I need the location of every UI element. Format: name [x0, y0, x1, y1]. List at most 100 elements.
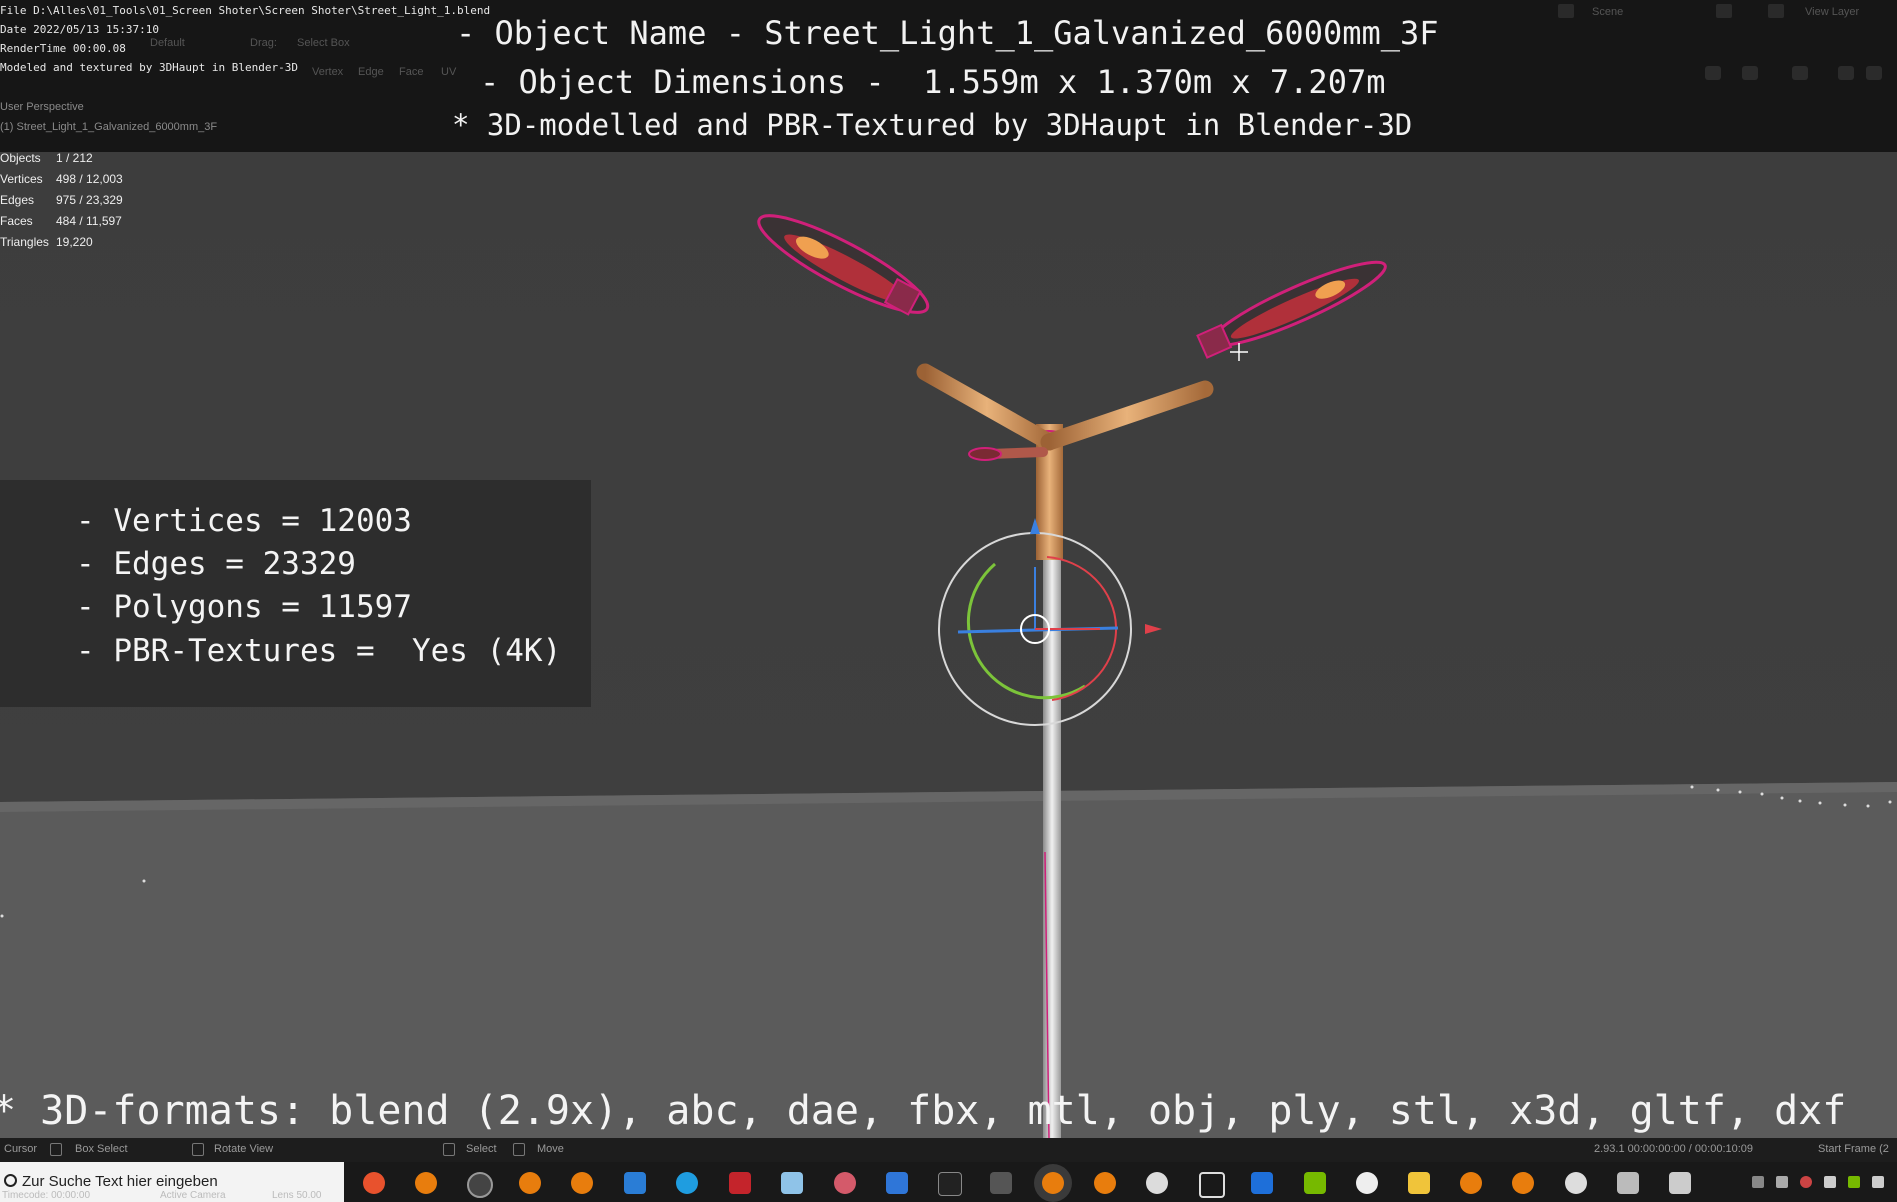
stat-row-vertices: Vertices 498 / 12,003: [0, 169, 123, 190]
edge-icon[interactable]: [676, 1172, 698, 1194]
blender-icon[interactable]: [1042, 1172, 1064, 1194]
stat-label: Objects: [0, 151, 41, 165]
xray-icon[interactable]: [1838, 66, 1854, 80]
taskbar-search[interactable]: Zur Suche Text hier eingeben Timecode: 0…: [0, 1162, 344, 1202]
status-box-select: Box Select: [75, 1143, 128, 1155]
calendar-icon[interactable]: [1251, 1172, 1273, 1194]
nvidia-icon[interactable]: [1304, 1172, 1326, 1194]
perspective-info: User Perspective (1) Street_Light_1_Galv…: [0, 97, 217, 137]
app-icon[interactable]: [729, 1172, 751, 1194]
vertices-info: - Vertices = 12003: [76, 503, 412, 539]
date-line: Date 2022/05/13 15:37:10: [0, 23, 159, 36]
network-icon[interactable]: [1776, 1176, 1788, 1188]
app-icon[interactable]: [886, 1172, 908, 1194]
edges-info: - Edges = 23329: [76, 546, 356, 582]
blender-icon[interactable]: [519, 1172, 541, 1194]
face-button[interactable]: Face: [399, 66, 423, 78]
blender-icon[interactable]: [1460, 1172, 1482, 1194]
new-scene-icon[interactable]: [1716, 4, 1732, 18]
tray-app-icon[interactable]: [1800, 1176, 1812, 1188]
stat-label: Edges: [0, 193, 35, 207]
windows-taskbar: Zur Suche Text hier eingeben Timecode: 0…: [0, 1162, 1897, 1202]
app-icon[interactable]: [1356, 1172, 1378, 1194]
status-select: Select: [466, 1143, 497, 1155]
mouse-left-icon: [50, 1143, 62, 1156]
right-arm: [1040, 380, 1214, 451]
mail-icon[interactable]: [624, 1172, 646, 1194]
3d-cursor: [1230, 343, 1248, 361]
left-arm: [916, 363, 1058, 451]
edge-button[interactable]: Edge: [358, 66, 384, 78]
battery-icon[interactable]: [1824, 1176, 1836, 1188]
status-move: Move: [537, 1143, 564, 1155]
mode-dropdown[interactable]: Default: [150, 37, 185, 49]
overlay-icon[interactable]: [1792, 66, 1808, 80]
steel-pole: [1043, 556, 1061, 1138]
shading-icon[interactable]: [1866, 66, 1882, 80]
scene-selector[interactable]: Scene: [1592, 6, 1623, 18]
ghost-camera: Active Camera: [160, 1190, 226, 1201]
blender-icon[interactable]: [1512, 1172, 1534, 1194]
polygons-info: - Polygons = 11597: [76, 589, 412, 625]
stat-value: 498 / 12,003: [56, 172, 123, 186]
scene-icon[interactable]: [1558, 4, 1574, 18]
floor-plane: [0, 782, 1897, 1138]
cube-icon[interactable]: [1199, 1172, 1225, 1198]
formats-caption: * 3D-formats: blend (2.9x), abc, dae, fb…: [0, 1088, 1847, 1134]
folder-icon[interactable]: [1408, 1172, 1430, 1194]
nvidia-tray-icon[interactable]: [1848, 1176, 1860, 1188]
mesh-info-box: - Vertices = 12003 - Edges = 23329 - Pol…: [0, 480, 591, 707]
status-cursor: Cursor: [4, 1143, 38, 1155]
status-bar: Cursor Box Select Rotate View Select Mov…: [0, 1138, 1897, 1162]
firefox-icon[interactable]: [363, 1172, 385, 1194]
active-object-label: (1) Street_Light_1_Galvanized_6000mm_3F: [0, 121, 218, 133]
right-lamp-head: [1196, 260, 1387, 359]
gizmo-toggle-icon[interactable]: [1742, 66, 1758, 80]
view-layer-selector[interactable]: View Layer: [1805, 6, 1859, 18]
uv-button[interactable]: UV: [441, 66, 456, 78]
start-frame: Start Frame (2: [1818, 1143, 1889, 1155]
stat-label: Faces: [0, 214, 33, 228]
chevron-up-icon[interactable]: [1752, 1176, 1764, 1188]
terminal-icon[interactable]: [938, 1172, 962, 1196]
mouse-move-icon: [513, 1143, 525, 1156]
mouse-right-icon: [443, 1143, 455, 1156]
stat-label: Triangles: [0, 235, 49, 249]
search-placeholder[interactable]: Zur Suche Text hier eingeben: [22, 1173, 218, 1190]
stat-row-objects: Objects 1 / 212: [0, 148, 123, 169]
visibility-icon[interactable]: [1705, 66, 1721, 80]
panda-icon[interactable]: [1146, 1172, 1168, 1194]
render-time: RenderTime 00:00.08: [0, 42, 126, 55]
scene-statistics: Objects 1 / 212 Vertices 498 / 12,003 Ed…: [0, 148, 123, 253]
credit-title: * 3D-modelled and PBR-Textured by 3DHaup…: [452, 108, 1413, 142]
ghost-lens: Lens 50.00: [272, 1190, 322, 1201]
stat-value: 1 / 212: [56, 151, 93, 165]
app-icon[interactable]: [781, 1172, 803, 1194]
app-icon[interactable]: [1617, 1172, 1639, 1194]
view-layer-icon[interactable]: [1768, 4, 1784, 18]
version-timecode: 2.93.1 00:00:00:00 / 00:00:10:09: [1594, 1143, 1754, 1155]
search-icon: [4, 1174, 17, 1187]
stat-label: Vertices: [0, 172, 43, 186]
left-lamp-head: [757, 214, 930, 316]
settings-icon[interactable]: [1565, 1172, 1587, 1194]
steam-icon[interactable]: [467, 1172, 493, 1198]
file-path: File D:\Alles\01_Tools\01_Screen Shoter\…: [0, 4, 491, 17]
header-bar: File D:\Alles\01_Tools\01_Screen Shoter\…: [0, 0, 1897, 152]
object-dimensions-title: - Object Dimensions - 1.559m x 1.370m x …: [480, 63, 1386, 101]
app-icon[interactable]: [1669, 1172, 1691, 1194]
object-name-title: - Object Name - Street_Light_1_Galvanize…: [456, 14, 1439, 52]
stat-row-triangles: Triangles 19,220: [0, 232, 123, 253]
volume-icon[interactable]: [1872, 1176, 1884, 1188]
blender-icon[interactable]: [415, 1172, 437, 1194]
app-icon[interactable]: [834, 1172, 856, 1194]
app-icon[interactable]: [990, 1172, 1012, 1194]
vertex-button[interactable]: Vertex: [312, 66, 343, 78]
blender-icon[interactable]: [571, 1172, 593, 1194]
blender-icon[interactable]: [1094, 1172, 1116, 1194]
stat-value: 19,220: [56, 235, 93, 249]
drag-label: Drag:: [250, 37, 277, 49]
select-box-dropdown[interactable]: Select Box: [297, 37, 350, 49]
ghost-timecode: Timecode: 00:00:00: [2, 1190, 91, 1201]
stat-value: 975 / 23,329: [56, 193, 123, 207]
